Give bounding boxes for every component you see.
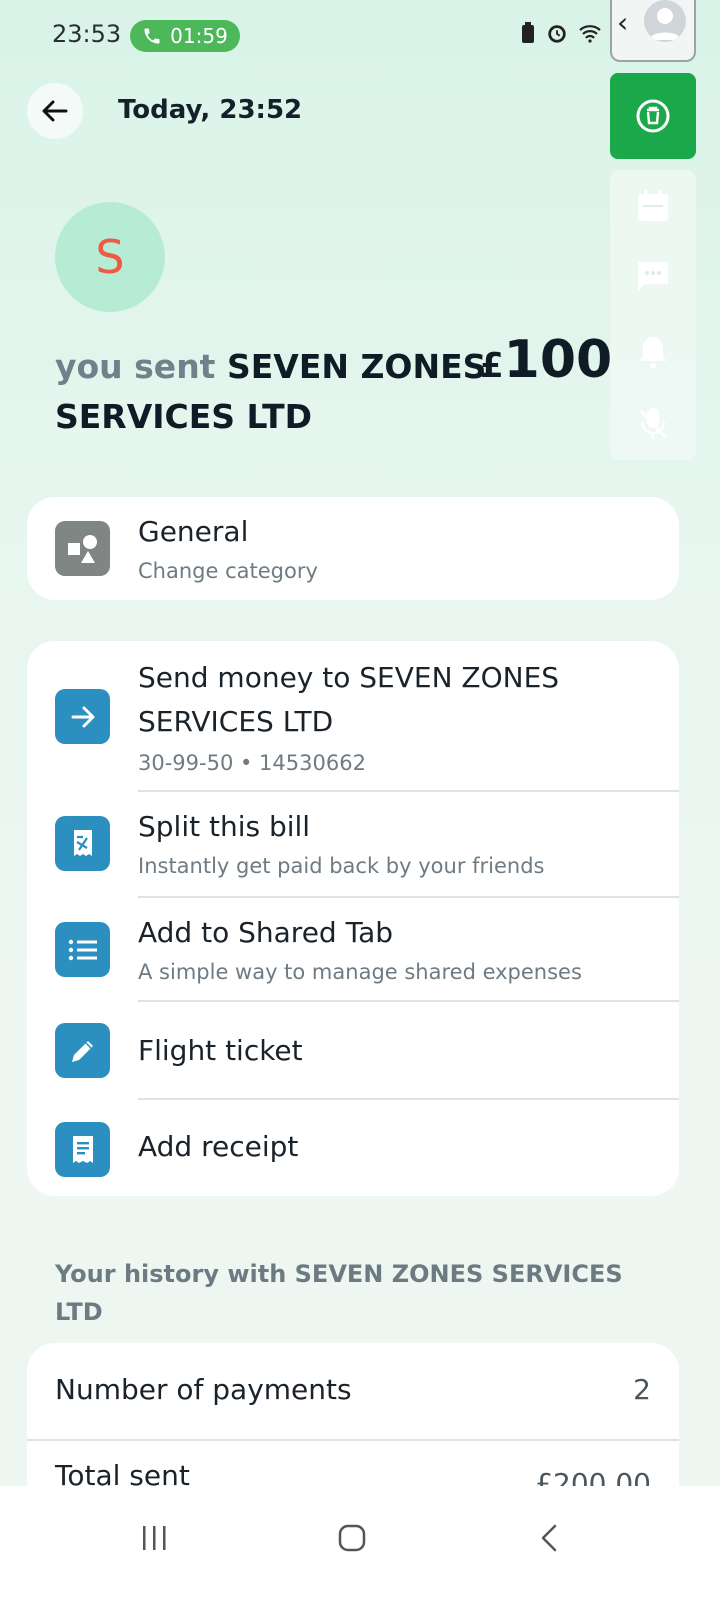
back-button[interactable] bbox=[27, 83, 83, 139]
page-title: Today, 23:52 bbox=[118, 95, 303, 125]
pencil-icon bbox=[55, 1023, 110, 1078]
currency-symbol: £ bbox=[480, 346, 504, 386]
merchant-name-part1: SEVEN ZONES bbox=[226, 347, 487, 386]
home-icon bbox=[338, 1524, 366, 1552]
actions-card: Send money to SEVEN ZONES SERVICES LTD 3… bbox=[27, 641, 679, 1196]
shared-tab-subtitle: A simple way to manage shared expenses bbox=[138, 960, 582, 984]
category-subtitle: Change category bbox=[138, 559, 318, 583]
category-title: General bbox=[138, 515, 249, 548]
send-money-title-line1: Send money to SEVEN ZONES bbox=[138, 661, 560, 694]
arrow-left-icon bbox=[42, 100, 68, 122]
send-money-title-line2: SERVICES LTD bbox=[138, 705, 334, 738]
calendar-icon[interactable] bbox=[633, 186, 673, 226]
bubble-collapse-icon[interactable]: ‹ bbox=[617, 6, 628, 39]
merchant-name-part2: SERVICES LTD bbox=[55, 397, 313, 436]
payments-count-label: Number of payments bbox=[55, 1373, 352, 1406]
transaction-amount: £100.( bbox=[480, 330, 610, 390]
category-card[interactable]: General Change category bbox=[27, 497, 679, 600]
wifi-icon bbox=[579, 25, 601, 43]
shared-tab-row[interactable]: Add to Shared Tab A simple way to manage… bbox=[27, 898, 679, 1002]
alarm-icon bbox=[548, 25, 566, 43]
recent-apps-button[interactable] bbox=[124, 1508, 184, 1568]
home-button[interactable] bbox=[322, 1508, 382, 1568]
split-bill-icon bbox=[55, 816, 110, 871]
recents-icon bbox=[143, 1526, 166, 1550]
add-receipt-title: Add receipt bbox=[138, 1130, 299, 1163]
note-text: Flight ticket bbox=[138, 1034, 303, 1067]
message-icon[interactable] bbox=[633, 256, 673, 296]
bell-icon[interactable] bbox=[633, 332, 673, 372]
category-shapes-icon bbox=[55, 521, 110, 576]
trash-bubble-icon bbox=[636, 99, 670, 133]
split-bill-subtitle: Instantly get paid back by your friends bbox=[138, 854, 545, 878]
call-timer: 01:59 bbox=[170, 24, 228, 48]
note-row[interactable]: Flight ticket bbox=[27, 1002, 679, 1099]
history-heading: Your history with SEVEN ZONES SERVICES L… bbox=[55, 1260, 623, 1326]
list-icon bbox=[55, 922, 110, 977]
divider bbox=[27, 1439, 679, 1441]
add-receipt-row[interactable]: Add receipt bbox=[27, 1100, 679, 1196]
mic-off-icon[interactable] bbox=[633, 404, 673, 444]
account-details: 30-99-50 • 14530662 bbox=[138, 751, 366, 775]
merchant-initial: S bbox=[95, 230, 125, 284]
shared-tab-title: Add to Shared Tab bbox=[138, 916, 393, 949]
delete-record-button[interactable] bbox=[610, 73, 696, 159]
send-money-row[interactable]: Send money to SEVEN ZONES SERVICES LTD 3… bbox=[27, 641, 679, 791]
sent-prefix: you sent bbox=[55, 347, 216, 386]
system-nav-bar bbox=[0, 1486, 720, 1600]
chevron-left-icon bbox=[541, 1524, 557, 1552]
amount-value: 100.( bbox=[503, 330, 610, 390]
split-bill-row[interactable]: Split this bill Instantly get paid back … bbox=[27, 792, 679, 896]
system-back-button[interactable] bbox=[520, 1508, 580, 1568]
battery-saver-icon bbox=[522, 22, 534, 43]
payments-count-value: 2 bbox=[633, 1373, 651, 1406]
merchant-avatar: S bbox=[55, 202, 165, 312]
arrow-right-icon bbox=[55, 689, 110, 744]
ongoing-call-pill[interactable]: 01:59 bbox=[130, 20, 240, 52]
bubble-avatar-icon[interactable] bbox=[644, 0, 686, 42]
phone-icon bbox=[144, 28, 160, 44]
receipt-icon bbox=[55, 1122, 110, 1177]
split-bill-title: Split this bill bbox=[138, 810, 311, 843]
status-clock: 23:53 bbox=[52, 20, 122, 48]
